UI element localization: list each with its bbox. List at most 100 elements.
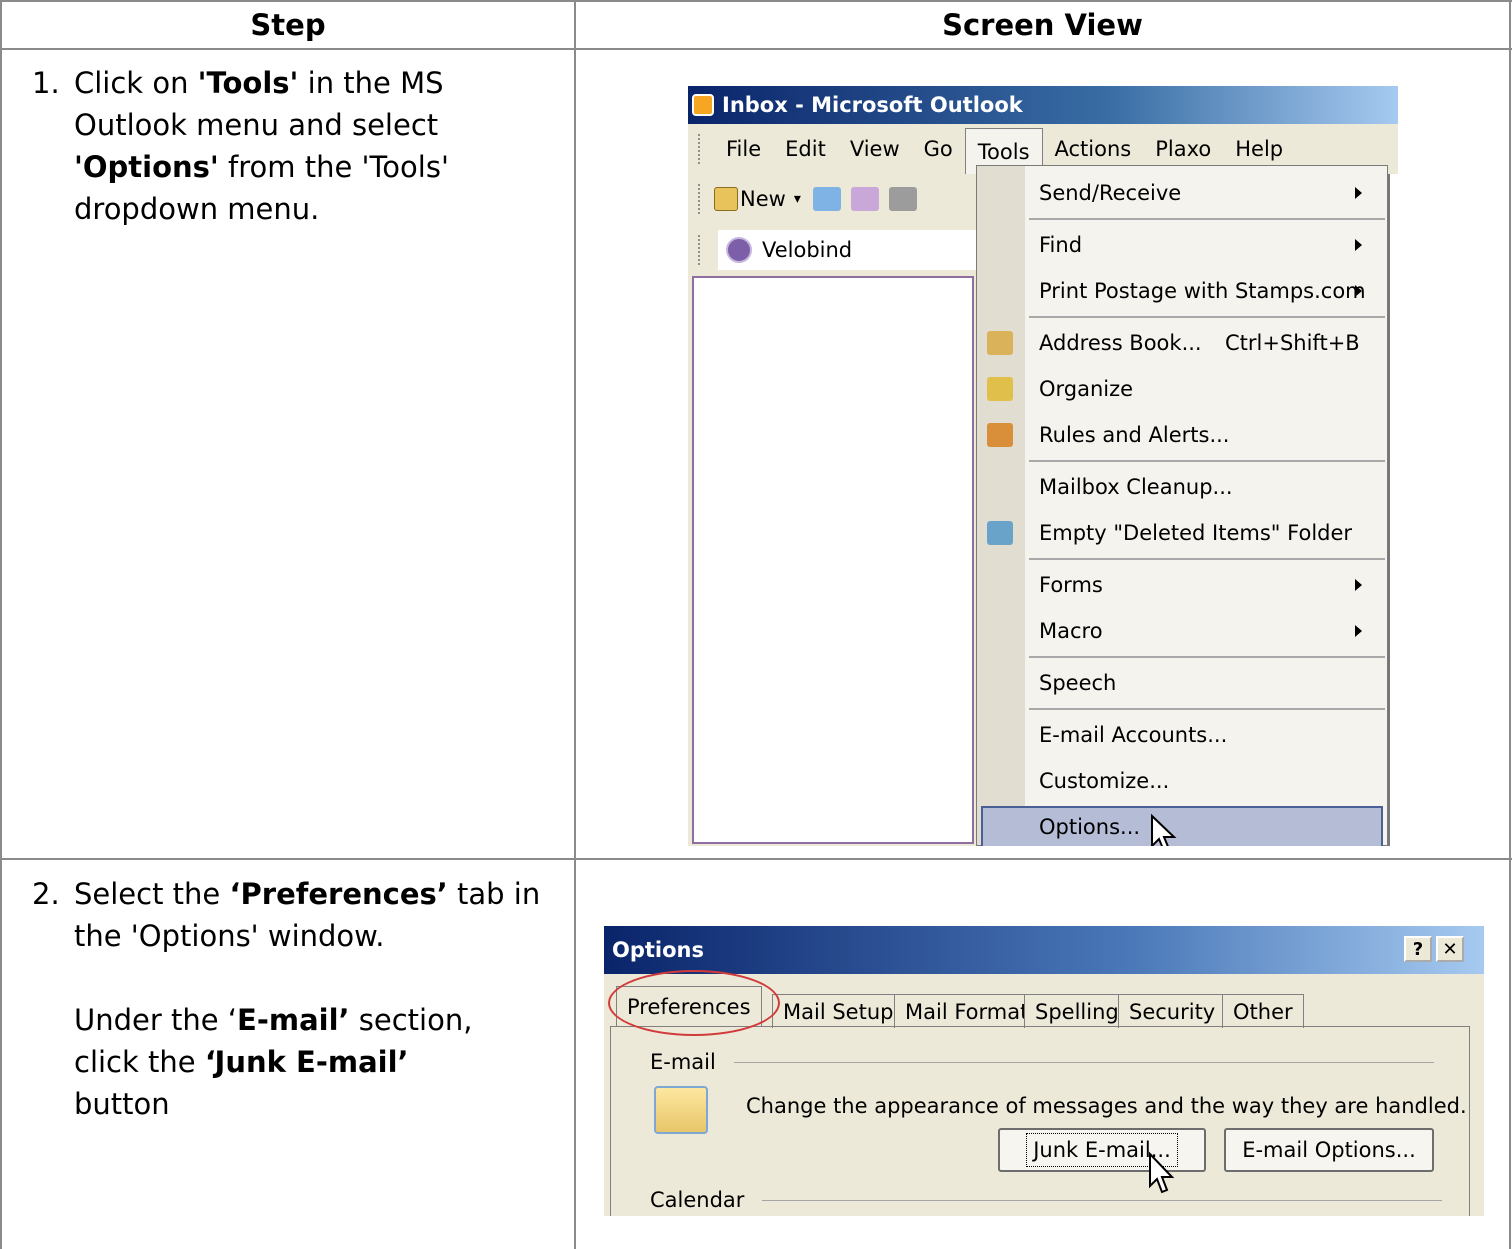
menu-item-label: Customize... (1039, 769, 1170, 793)
table-column-divider (574, 0, 576, 1249)
email-options-button[interactable]: E-mail Options... (1224, 1128, 1434, 1172)
options-title-bar: Options (604, 926, 1484, 974)
menu-separator (1029, 558, 1385, 560)
menu-item-label: Address Book... (1039, 331, 1202, 355)
rules-icon (987, 423, 1013, 447)
section-divider (733, 1061, 1434, 1063)
menu-item-macro[interactable]: Macro (977, 608, 1387, 654)
step-2-text: Select the ‘Preferences’ tab in the 'Opt… (74, 873, 554, 1125)
options-dialog-screenshot: Options ? ✕ Preferences Mail Setup Mail … (604, 926, 1484, 1216)
menu-separator (1029, 460, 1385, 462)
menu-item-e-mail-accounts[interactable]: E-mail Accounts... (977, 712, 1387, 758)
menu-view[interactable]: View (838, 128, 912, 170)
toolbar-grip-icon (698, 134, 704, 164)
email-section-header: E-mail (650, 1050, 1434, 1074)
menu-item-label: Find (1039, 233, 1083, 257)
email-section-label: E-mail (650, 1050, 716, 1074)
toolbar-grip-icon (698, 184, 704, 214)
emphasized-text: 'Options' (74, 150, 219, 184)
menu-item-label: Macro (1039, 619, 1103, 643)
menu-plaxo[interactable]: Plaxo (1143, 128, 1223, 170)
menu-go[interactable]: Go (912, 128, 965, 170)
new-button[interactable]: New (740, 187, 786, 211)
menu-item-send-receive[interactable]: Send/Receive (977, 170, 1387, 216)
new-mail-icon[interactable] (714, 187, 738, 211)
instruction-text: Under the ‘ (74, 1003, 238, 1037)
step-number: 2. (32, 877, 60, 911)
menu-item-mailbox-cleanup[interactable]: Mailbox Cleanup... (977, 464, 1387, 510)
menu-item-label: E-mail Accounts... (1039, 723, 1228, 747)
tab-spelling[interactable]: Spelling (1024, 994, 1130, 1028)
address-book-icon (987, 331, 1013, 355)
tab-security[interactable]: Security (1118, 994, 1227, 1028)
instruction-text: Click on (74, 66, 198, 100)
navigation-pane (692, 276, 974, 844)
emphasized-text: ‘Junk E-mail’ (204, 1045, 409, 1079)
menu-item-organize[interactable]: Organize (977, 366, 1387, 412)
step-number: 1. (32, 66, 60, 100)
menu-item-label: Mailbox Cleanup... (1039, 475, 1233, 499)
menu-item-rules-and-alerts[interactable]: Rules and Alerts... (977, 412, 1387, 458)
outlook-title-bar: Inbox - Microsoft Outlook (688, 86, 1398, 124)
menu-item-label: Forms (1039, 573, 1103, 597)
menu-separator (1029, 708, 1385, 710)
menu-separator (1029, 316, 1385, 318)
reading-pane-edge (1388, 174, 1398, 846)
outlook-screenshot: Inbox - Microsoft Outlook File Edit View… (688, 86, 1398, 846)
tools-dropdown-menu: Send/Receive Find Print Postage with Stamp… (976, 165, 1388, 846)
chevron-down-icon[interactable]: ▾ (794, 191, 801, 207)
empty-trash-icon (987, 521, 1013, 545)
annotation-circle (608, 970, 780, 1036)
send-receive-icon[interactable] (812, 187, 841, 211)
close-button[interactable]: ✕ (1436, 936, 1464, 962)
column-header-screen-view: Screen View (942, 8, 1143, 42)
submenu-arrow-icon (1355, 579, 1362, 591)
menu-help[interactable]: Help (1223, 128, 1295, 170)
menu-item-customize[interactable]: Customize... (977, 758, 1387, 804)
table-row-divider-1 (0, 858, 1512, 860)
menu-item-shortcut: Ctrl+Shift+B (1225, 331, 1360, 355)
menu-separator (1029, 656, 1385, 658)
menu-edit[interactable]: Edit (773, 128, 838, 170)
contact-icon (726, 237, 752, 263)
table-row-divider-header (0, 48, 1512, 50)
help-button[interactable]: ? (1404, 936, 1432, 962)
task-icon[interactable] (850, 187, 879, 211)
email-description: Change the appearance of messages and th… (746, 1094, 1467, 1118)
envelope-icon (654, 1086, 708, 1134)
menu-item-label: Empty "Deleted Items" Folder (1039, 521, 1353, 545)
print-icon[interactable] (888, 187, 917, 211)
emphasized-text: E-mail’ (237, 1003, 350, 1037)
menu-item-address-book[interactable]: Address Book... Ctrl+Shift+B (977, 320, 1387, 366)
step-2-paragraph-1: Select the ‘Preferences’ tab in the 'Opt… (74, 873, 554, 957)
table-border-right (1509, 0, 1511, 1249)
menu-item-speech[interactable]: Speech (977, 660, 1387, 706)
submenu-arrow-icon (1355, 187, 1362, 199)
menu-item-print-postage-with-stamps-com[interactable]: Print Postage with Stamps.com (977, 268, 1387, 314)
menu-file[interactable]: File (714, 128, 773, 170)
menu-item-label: Rules and Alerts... (1039, 423, 1230, 447)
tab-other[interactable]: Other (1222, 994, 1304, 1028)
menu-item-find[interactable]: Find (977, 222, 1387, 268)
step-2-paragraph-2: Under the ‘E-mail’ section, click the ‘J… (74, 999, 504, 1125)
menu-item-label: Organize (1039, 377, 1134, 401)
menu-item-label: Send/Receive (1039, 181, 1182, 205)
section-divider (762, 1199, 1443, 1201)
emphasized-text: 'Tools' (197, 66, 299, 100)
instruction-text: Select the (74, 877, 230, 911)
contact-field[interactable]: Velobind (718, 230, 988, 270)
menu-actions[interactable]: Actions (1043, 128, 1144, 170)
outlook-standard-toolbar: New ▾ (688, 174, 988, 224)
contact-name: Velobind (762, 238, 853, 262)
options-dialog-title: Options (612, 938, 704, 962)
tab-mail-format[interactable]: Mail Format (894, 994, 1040, 1028)
menu-separator (1029, 218, 1385, 220)
organize-icon (987, 377, 1013, 401)
instruction-text: button (74, 1087, 170, 1121)
menu-item-forms[interactable]: Forms (977, 562, 1387, 608)
submenu-arrow-icon (1355, 239, 1362, 251)
tab-mail-setup[interactable]: Mail Setup (772, 994, 905, 1028)
menu-item-empty-deleted-items-folder[interactable]: Empty "Deleted Items" Folder (977, 510, 1387, 556)
submenu-arrow-icon (1355, 625, 1362, 637)
menu-item-options[interactable]: Options... (977, 804, 1387, 846)
